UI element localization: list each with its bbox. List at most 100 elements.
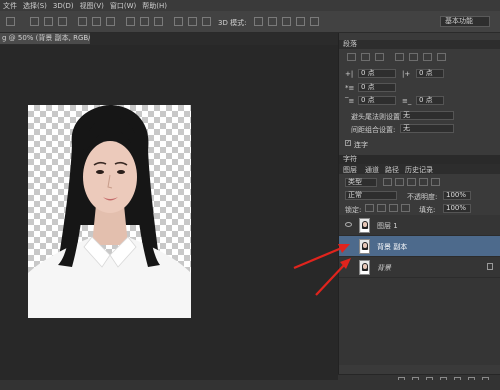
lock-all-icon[interactable] bbox=[401, 204, 410, 212]
indent-left-icon: +| bbox=[345, 70, 354, 78]
options-bar: 3D 模式: 基本功能 bbox=[0, 11, 500, 33]
justify-last-right-icon[interactable] bbox=[423, 53, 432, 61]
align-center-icon[interactable] bbox=[92, 17, 101, 26]
blend-mode-select[interactable]: 正常 bbox=[345, 191, 397, 200]
composer-value: 无 bbox=[403, 124, 410, 132]
portrait-photo bbox=[28, 105, 191, 318]
opacity-field[interactable]: 100% bbox=[443, 191, 471, 200]
document-title: g @ 50% (背景 副本, RGB/8) * bbox=[2, 34, 90, 42]
distribute-middle-icon[interactable] bbox=[140, 17, 149, 26]
space-before-icon: ‾≡ bbox=[345, 97, 355, 105]
space-after-value: 0 点 bbox=[419, 96, 433, 104]
justify-last-center-icon[interactable] bbox=[409, 53, 418, 61]
menu-select[interactable]: 选择(S) bbox=[23, 1, 47, 11]
layers-tab-strip: 图层 通道 路径 历史记录 bbox=[339, 164, 500, 174]
align-left-icon[interactable] bbox=[78, 17, 87, 26]
indent-first-value: 0 点 bbox=[361, 83, 375, 91]
hyphenate-checkbox[interactable]: ✓ bbox=[345, 140, 351, 146]
3d-pan-icon[interactable] bbox=[282, 17, 291, 26]
justify-all-icon[interactable] bbox=[437, 53, 446, 61]
menu-file[interactable]: 文件 bbox=[3, 1, 17, 11]
lock-icon bbox=[487, 263, 493, 270]
indent-first-field[interactable]: 0 点 bbox=[358, 83, 396, 92]
menu-bar: 文件 选择(S) 3D(D) 视图(V) 窗口(W) 帮助(H) bbox=[0, 0, 500, 11]
tool-preset-icon[interactable] bbox=[6, 17, 15, 26]
tab-paths[interactable]: 路径 bbox=[385, 165, 399, 175]
align-right-text-icon[interactable] bbox=[375, 53, 384, 61]
layer-thumbnail bbox=[359, 218, 370, 233]
align-right-icon[interactable] bbox=[106, 17, 115, 26]
menu-window[interactable]: 窗口(W) bbox=[110, 1, 136, 11]
align-bottom-icon[interactable] bbox=[58, 17, 67, 26]
3d-mode-label: 3D 模式: bbox=[218, 19, 247, 27]
filter-type-icon[interactable] bbox=[407, 178, 416, 186]
distribute-bottom-icon[interactable] bbox=[154, 17, 163, 26]
hyphenate-label: 连字 bbox=[354, 141, 368, 149]
paragraph-panel-header[interactable]: 段落 bbox=[339, 40, 500, 49]
layer-name[interactable]: 图层 1 bbox=[377, 221, 398, 231]
portrait-image bbox=[28, 105, 191, 318]
align-middle-icon[interactable] bbox=[44, 17, 53, 26]
filter-smart-icon[interactable] bbox=[431, 178, 440, 186]
avoid-label: 避头尾法则设置: bbox=[351, 113, 403, 121]
3d-rotate-icon[interactable] bbox=[254, 17, 263, 26]
3d-scale-icon[interactable] bbox=[310, 17, 319, 26]
layer-thumbnail bbox=[359, 260, 370, 275]
opacity-value: 100% bbox=[446, 191, 467, 199]
filter-shape-icon[interactable] bbox=[419, 178, 428, 186]
fill-field[interactable]: 100% bbox=[443, 204, 471, 213]
distribute-center-icon[interactable] bbox=[188, 17, 197, 26]
indent-first-icon: *≡ bbox=[345, 84, 355, 92]
indent-left-field[interactable]: 0 点 bbox=[358, 69, 396, 78]
annotation-arrows bbox=[293, 244, 351, 296]
layers-list: 图层 1 背景 副本 背景 bbox=[339, 215, 500, 365]
fill-label: 填充: bbox=[419, 206, 436, 214]
avoid-value: 无 bbox=[403, 111, 410, 119]
tab-history[interactable]: 历史记录 bbox=[405, 165, 433, 175]
space-after-field[interactable]: 0 点 bbox=[416, 96, 444, 105]
composer-select[interactable]: 无 bbox=[400, 124, 454, 133]
3d-slide-icon[interactable] bbox=[296, 17, 305, 26]
filter-adjust-icon[interactable] bbox=[395, 178, 404, 186]
menu-3d[interactable]: 3D(D) bbox=[53, 2, 74, 10]
distribute-right-icon[interactable] bbox=[202, 17, 211, 26]
layer-row[interactable]: 背景 bbox=[339, 257, 500, 278]
layer-filter-value: 类型 bbox=[348, 178, 362, 186]
lock-position-icon[interactable] bbox=[389, 204, 398, 212]
align-top-icon[interactable] bbox=[30, 17, 39, 26]
fill-value: 100% bbox=[446, 204, 467, 212]
composer-label: 间距组合设置: bbox=[351, 126, 396, 134]
avoid-select[interactable]: 无 bbox=[400, 111, 454, 120]
layer-row-selected[interactable]: 背景 副本 bbox=[339, 236, 500, 257]
layer-name[interactable]: 背景 副本 bbox=[377, 242, 407, 252]
arrow-line-2 bbox=[315, 262, 347, 296]
workspace-value: 基本功能 bbox=[445, 17, 473, 25]
menu-help[interactable]: 帮助(H) bbox=[142, 1, 167, 11]
right-panel-dock: 段落 +| 0 点 |+ 0 点 *≡ 0 点 ‾≡ 0 点 ≡_ 0 点 避头… bbox=[338, 33, 500, 380]
tab-channels[interactable]: 通道 bbox=[365, 165, 379, 175]
justify-last-left-icon[interactable] bbox=[395, 53, 404, 61]
lock-pixels-icon[interactable] bbox=[377, 204, 386, 212]
character-tab[interactable]: 字符 bbox=[343, 155, 357, 163]
align-left-text-icon[interactable] bbox=[347, 53, 356, 61]
indent-right-icon: |+ bbox=[402, 70, 411, 78]
filter-pixel-icon[interactable] bbox=[383, 178, 392, 186]
space-after-icon: ≡_ bbox=[402, 97, 412, 105]
space-before-field[interactable]: 0 点 bbox=[358, 96, 396, 105]
character-tab-strip: 字符 bbox=[339, 155, 500, 164]
paragraph-panel-title: 段落 bbox=[343, 40, 357, 48]
document-tab[interactable]: g @ 50% (背景 副本, RGB/8) *× bbox=[0, 33, 90, 44]
3d-roll-icon[interactable] bbox=[268, 17, 277, 26]
lock-transparent-icon[interactable] bbox=[365, 204, 374, 212]
indent-right-field[interactable]: 0 点 bbox=[416, 69, 444, 78]
layer-row[interactable]: 图层 1 bbox=[339, 215, 500, 236]
menu-view[interactable]: 视图(V) bbox=[80, 1, 104, 11]
distribute-top-icon[interactable] bbox=[126, 17, 135, 26]
workspace-select[interactable]: 基本功能 bbox=[440, 16, 490, 27]
layer-filter-select[interactable]: 类型 bbox=[345, 178, 377, 187]
layer-name[interactable]: 背景 bbox=[377, 263, 391, 273]
tab-layers[interactable]: 图层 bbox=[343, 165, 357, 175]
align-center-text-icon[interactable] bbox=[361, 53, 370, 61]
distribute-left-icon[interactable] bbox=[174, 17, 183, 26]
lock-label: 锁定: bbox=[345, 206, 362, 214]
